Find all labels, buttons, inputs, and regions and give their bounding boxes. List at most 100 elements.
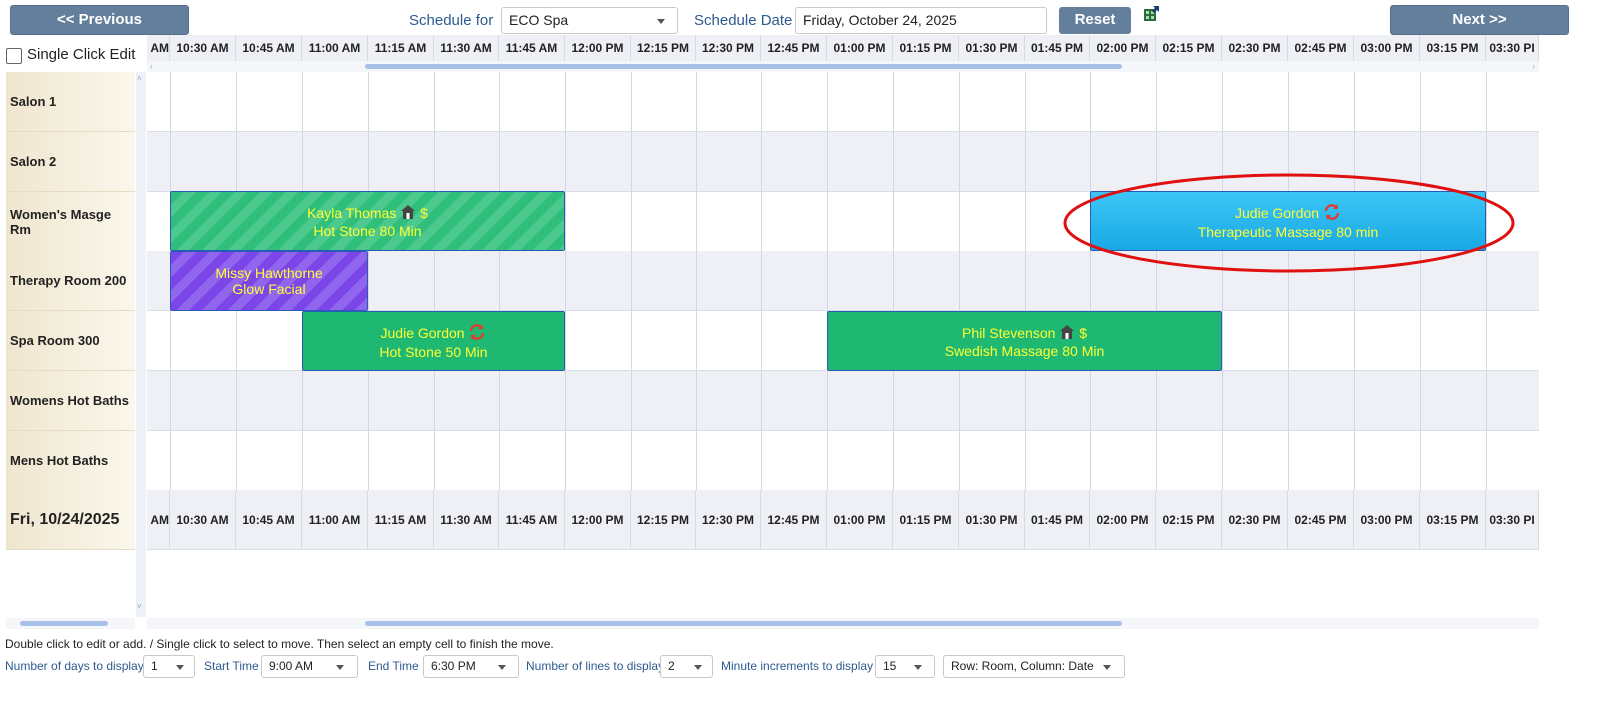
grid-line xyxy=(761,251,762,310)
chevron-down-icon xyxy=(336,665,344,670)
scroll-up-icon[interactable]: ˄ xyxy=(137,74,142,83)
start-time-label: Start Time xyxy=(204,659,259,673)
grid-line xyxy=(1420,371,1421,430)
time-column-header: 10:45 AM xyxy=(236,35,302,61)
grid-line xyxy=(236,371,237,430)
end-time-select[interactable]: 6:30 PM xyxy=(423,655,519,678)
grid-line xyxy=(1090,72,1091,131)
grid-line xyxy=(631,431,632,490)
payment-symbol: $ xyxy=(1079,324,1087,341)
lines-select[interactable]: 2 xyxy=(660,655,713,678)
grid-line xyxy=(1288,371,1289,430)
grid-settings-icon[interactable] xyxy=(1142,5,1160,23)
grid-line xyxy=(236,311,237,370)
scroll-thumb[interactable] xyxy=(365,621,1122,626)
grid-line xyxy=(1090,371,1091,430)
grid-line xyxy=(434,431,435,490)
grid-line xyxy=(565,72,566,131)
grid-line xyxy=(631,371,632,430)
grid-line xyxy=(1222,431,1223,490)
increments-label: Minute increments to display xyxy=(721,659,874,673)
previous-button[interactable]: << Previous xyxy=(10,5,189,35)
grid-line xyxy=(236,431,237,490)
appointment-judie-gordon-hot-stone[interactable]: Judie Gordon Hot Stone 50 Min xyxy=(302,311,565,371)
grid-line xyxy=(827,431,828,490)
end-time-value: 6:30 PM xyxy=(431,659,476,673)
grid-line xyxy=(827,371,828,430)
next-button[interactable]: Next >> xyxy=(1390,5,1569,35)
left-horizontal-scrollbar[interactable] xyxy=(6,618,135,629)
time-column-header: AM xyxy=(147,35,170,61)
reset-button[interactable]: Reset xyxy=(1059,7,1131,34)
time-column-header: 02:45 PM xyxy=(1288,35,1354,61)
grid-line xyxy=(1420,431,1421,490)
grid-line xyxy=(696,431,697,490)
appointment-phil-stevenson[interactable]: Phil Stevenson $ Swedish Massage 80 Min xyxy=(827,311,1222,371)
grid-line xyxy=(893,132,894,191)
appointment-kayla-thomas[interactable]: Kayla Thomas $ Hot Stone 80 Min xyxy=(170,191,565,251)
time-column-header: 11:00 AM xyxy=(302,35,368,61)
appointment-service: Swedish Massage 80 Min xyxy=(944,342,1105,359)
time-column-header: 02:30 PM xyxy=(1222,490,1288,549)
scroll-down-icon[interactable]: ˅ xyxy=(137,602,142,611)
grid-line xyxy=(565,431,566,490)
vertical-scrollbar[interactable]: ˄ ˅ xyxy=(136,72,146,617)
schedule-row[interactable] xyxy=(147,371,1539,431)
schedule-row[interactable] xyxy=(147,431,1539,491)
scroll-thumb[interactable] xyxy=(20,621,108,626)
layout-select[interactable]: Row: Room, Column: Date xyxy=(943,655,1125,678)
time-column-header: 10:45 AM xyxy=(236,490,302,549)
bottom-horizontal-scrollbar[interactable] xyxy=(147,618,1539,629)
chevron-down-icon xyxy=(498,665,506,670)
grid-line xyxy=(1354,72,1355,131)
schedule-row[interactable] xyxy=(147,72,1539,132)
date-row-label: Fri, 10/24/2025 xyxy=(6,490,135,550)
scroll-left-icon[interactable]: ‹ xyxy=(150,62,153,71)
time-header-top: AM 10:30 AM 10:45 AM 11:00 AM 11:15 AM 11:30 … xyxy=(147,35,1539,61)
room-label: Therapy Room 200 xyxy=(6,251,135,311)
time-column-header: 02:15 PM xyxy=(1156,35,1222,61)
grid-line xyxy=(1090,431,1091,490)
days-select[interactable]: 1 xyxy=(143,655,195,678)
scroll-right-icon[interactable]: › xyxy=(1532,62,1535,71)
increments-select[interactable]: 15 xyxy=(875,655,935,678)
top-horizontal-scrollbar[interactable]: ‹ › xyxy=(147,61,1539,72)
time-column-header: 02:30 PM xyxy=(1222,35,1288,61)
single-click-edit-checkbox[interactable] xyxy=(6,48,22,64)
schedule-date-input[interactable]: Friday, October 24, 2025 xyxy=(795,7,1047,34)
instructions-text: Double click to edit or add. / Single cl… xyxy=(5,637,554,651)
grid-line xyxy=(434,251,435,310)
time-column-header: 02:00 PM xyxy=(1090,35,1156,61)
schedule-for-value: ECO Spa xyxy=(509,12,569,28)
grid-line xyxy=(1486,431,1487,490)
grid-line xyxy=(499,132,500,191)
grid-line xyxy=(959,132,960,191)
time-column-header: 02:15 PM xyxy=(1156,490,1222,549)
increments-value: 15 xyxy=(883,659,897,673)
start-time-select[interactable]: 9:00 AM xyxy=(261,655,358,678)
grid-line xyxy=(368,132,369,191)
grid-line xyxy=(1288,431,1289,490)
time-column-header: 01:00 PM xyxy=(827,490,893,549)
grid-line xyxy=(236,72,237,131)
grid-line xyxy=(1420,311,1421,370)
grid-line xyxy=(170,72,171,131)
grid-line xyxy=(499,251,500,310)
scroll-thumb[interactable] xyxy=(365,64,1122,69)
appointment-client-name: Kayla Thomas xyxy=(307,204,397,221)
appointment-missy-hawthorne[interactable]: Missy Hawthorne Glow Facial xyxy=(170,251,368,311)
time-column-header: 11:15 AM xyxy=(368,490,434,549)
chevron-down-icon xyxy=(176,665,184,670)
grid-line xyxy=(1025,431,1026,490)
grid-line xyxy=(1025,132,1026,191)
time-column-header: 01:30 PM xyxy=(959,35,1025,61)
grid-line xyxy=(302,132,303,191)
chevron-down-icon xyxy=(1103,665,1111,670)
room-label: Women's Masge Rm xyxy=(6,192,135,252)
grid-line xyxy=(1156,72,1157,131)
time-column-header: 12:30 PM xyxy=(696,35,761,61)
grid-line xyxy=(1025,72,1026,131)
grid-line xyxy=(1222,311,1223,370)
time-column-header: 01:15 PM xyxy=(893,490,959,549)
schedule-for-select[interactable]: ECO Spa xyxy=(501,7,678,34)
